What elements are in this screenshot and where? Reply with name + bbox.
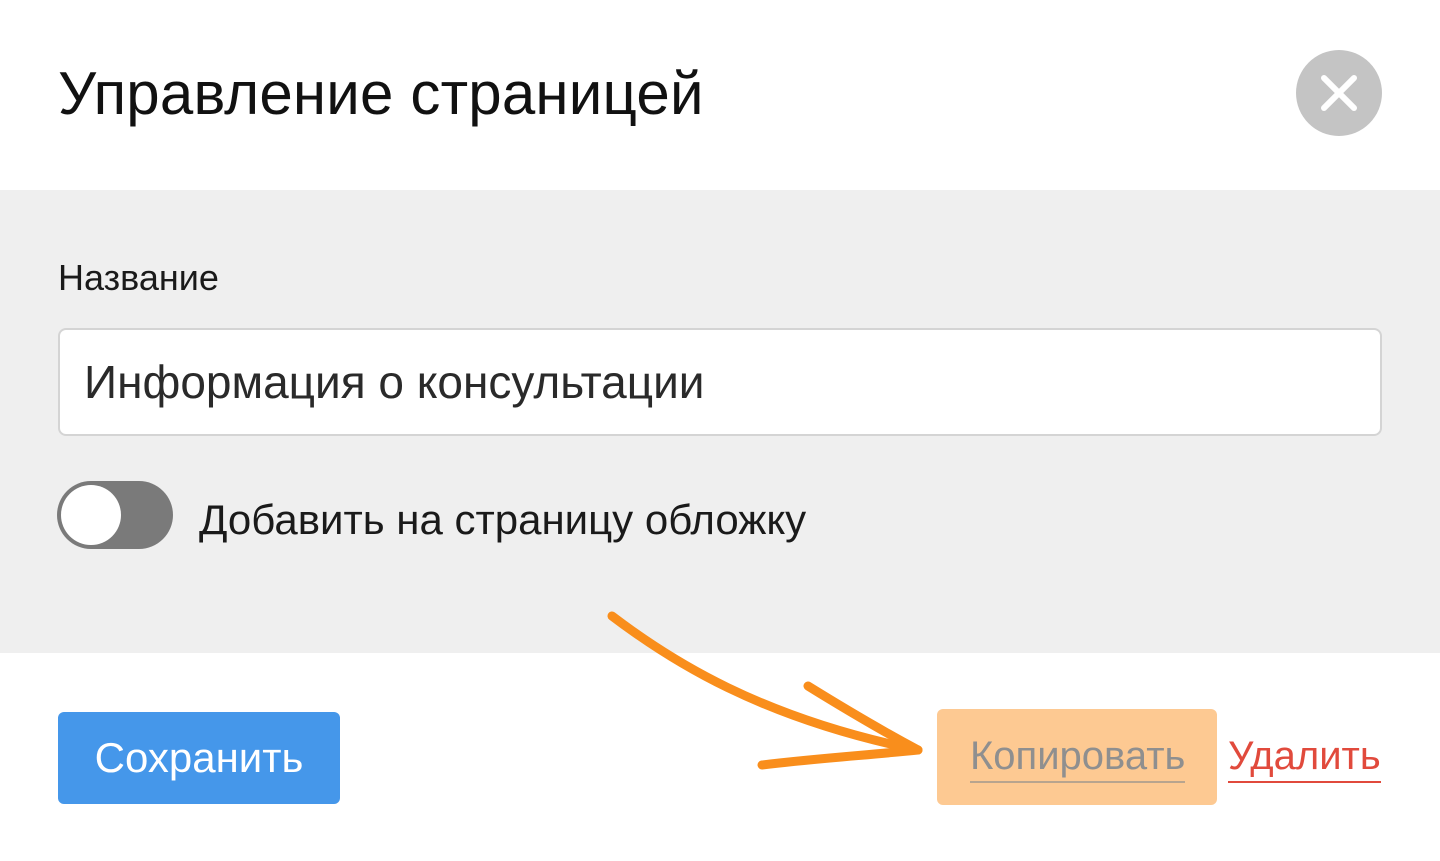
cover-toggle-label: Добавить на страницу обложку xyxy=(199,496,807,543)
dialog-footer: Сохранить Копировать Удалить xyxy=(0,653,1440,861)
name-input[interactable] xyxy=(58,328,1382,436)
dialog-header: Управление страницей xyxy=(0,0,1440,190)
dialog-title: Управление страницей xyxy=(58,60,704,127)
name-label: Название xyxy=(58,257,219,298)
delete-link[interactable]: Удалить xyxy=(1228,733,1381,783)
copy-button[interactable]: Копировать xyxy=(937,709,1217,805)
cover-toggle[interactable] xyxy=(57,481,173,549)
copy-button-label: Копировать xyxy=(970,733,1186,783)
toggle-knob xyxy=(61,485,121,545)
page-settings-dialog: Управление страницей Название Добавить н… xyxy=(0,0,1440,861)
save-button[interactable]: Сохранить xyxy=(58,712,340,804)
settings-panel: Название Добавить на страницу обложку xyxy=(0,190,1440,653)
close-button[interactable] xyxy=(1296,50,1382,136)
close-icon xyxy=(1321,75,1357,111)
